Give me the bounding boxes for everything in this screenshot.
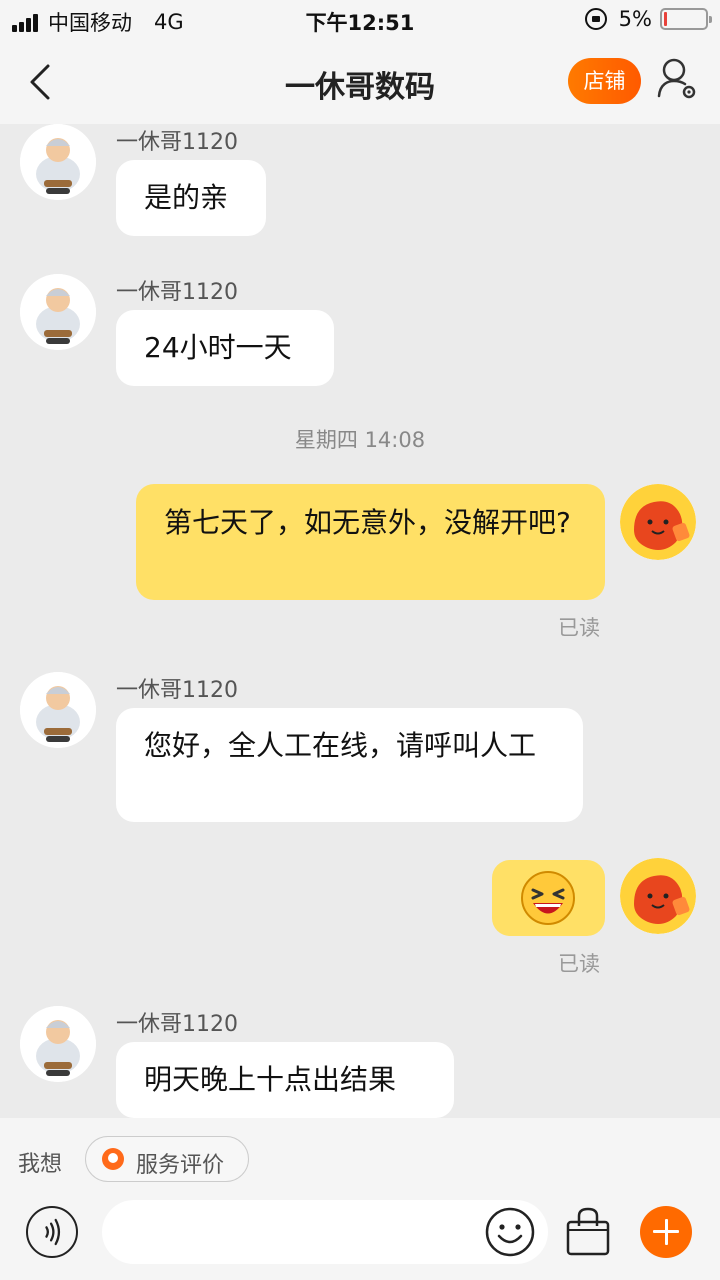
chat-timestamp: 星期四 14:08 [294,428,426,452]
avatar[interactable] [20,124,96,200]
orientation-lock-icon [584,8,607,30]
input-bar [0,1200,720,1280]
status-bar: 中国移动 4G 下午12:51 5% [0,0,720,40]
user-settings-icon[interactable] [656,56,698,100]
status-right: 5% [584,7,712,31]
monk-avatar-icon [20,672,96,748]
quick-reply-bar: 我想 服务评价 [0,1118,720,1200]
avatar[interactable] [20,672,96,748]
voice-icon[interactable] [26,1206,78,1258]
message-bubble-incoming[interactable]: 明天晚上十点出结果 [116,1042,454,1118]
my-avatar[interactable] [620,858,696,934]
message-text: 第七天了，如无意外，没解开吧? [164,506,571,539]
quick-reply-label: 我想 [18,1152,63,1177]
laughing-face-emoji-icon [521,871,575,925]
monk-avatar-icon [20,124,96,200]
mascot-avatar-icon [620,858,696,934]
avatar[interactable] [20,1006,96,1082]
battery-percent: 5% [618,7,652,31]
shop-button[interactable]: 店铺 [568,58,641,104]
message-bubble-outgoing[interactable]: 第七天了，如无意外，没解开吧? [136,484,605,600]
read-status: 已读 [558,952,600,976]
message-text: 是的亲 [144,181,229,214]
battery-fill [664,12,667,26]
message-input[interactable] [102,1200,548,1264]
battery-icon [660,8,712,30]
smiley-icon[interactable] [484,1206,536,1258]
message-bubble-incoming[interactable]: 是的亲 [116,160,266,236]
nav-bar: 一休哥数码 店铺 [0,40,720,124]
service-rating-chip[interactable]: 服务评价 [85,1136,249,1182]
read-status: 已读 [558,616,600,640]
message-text: 您好，全人工在线，请呼叫人工 [144,729,537,762]
sender-name: 一休哥1120 [116,678,238,703]
message-text: 明天晚上十点出结果 [144,1063,397,1096]
chat-area[interactable]: 一休哥1120 是的亲 一休哥1120 24小时一天 星期四 14:08 第七天… [0,124,720,1118]
message-bubble-incoming[interactable]: 您好，全人工在线，请呼叫人工 [116,708,583,822]
monk-avatar-icon [20,1006,96,1082]
message-bubble-outgoing[interactable] [492,860,605,936]
avatar[interactable] [20,274,96,350]
sender-name: 一休哥1120 [116,1012,238,1037]
service-rating-label: 服务评价 [136,1153,225,1178]
mascot-avatar-icon [620,484,696,560]
message-bubble-incoming[interactable]: 24小时一天 [116,310,334,386]
shopping-bag-icon[interactable] [564,1206,612,1258]
monk-avatar-icon [20,274,96,350]
rating-icon [102,1148,124,1170]
message-text: 24小时一天 [144,331,292,364]
my-avatar[interactable] [620,484,696,560]
sender-name: 一休哥1120 [116,280,238,305]
sender-name: 一休哥1120 [116,130,238,155]
plus-button[interactable] [640,1206,692,1258]
